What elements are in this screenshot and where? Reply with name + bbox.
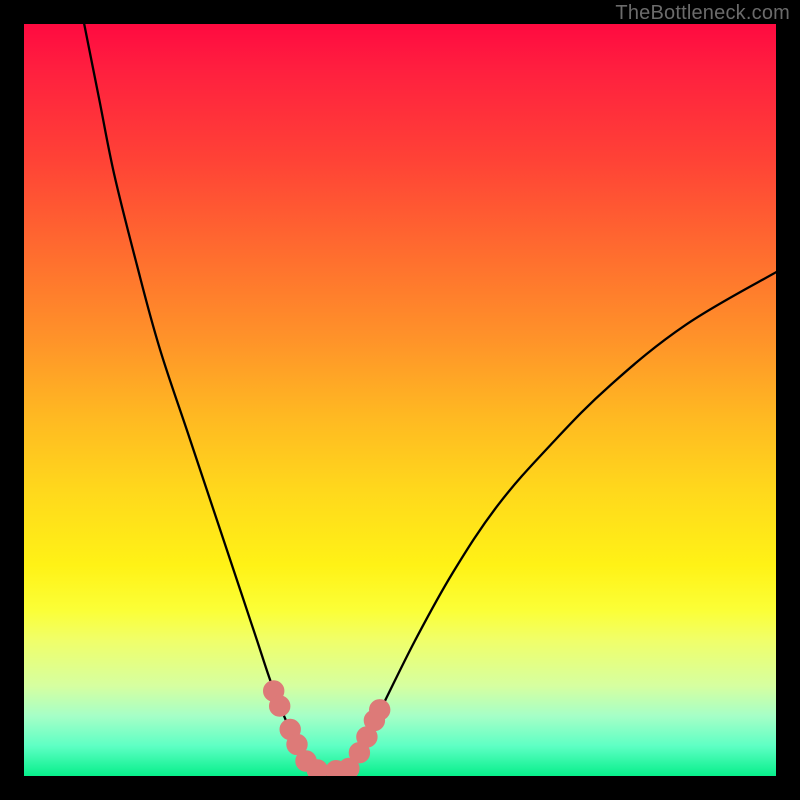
curve-marker <box>307 760 327 776</box>
curve-marker <box>270 696 290 716</box>
curve-marker <box>370 700 390 720</box>
bottleneck-chart <box>24 24 776 776</box>
chart-gradient-area <box>24 24 776 776</box>
watermark-text: TheBottleneck.com <box>615 2 790 25</box>
bottleneck-curve <box>84 24 776 774</box>
marker-group <box>264 681 390 776</box>
